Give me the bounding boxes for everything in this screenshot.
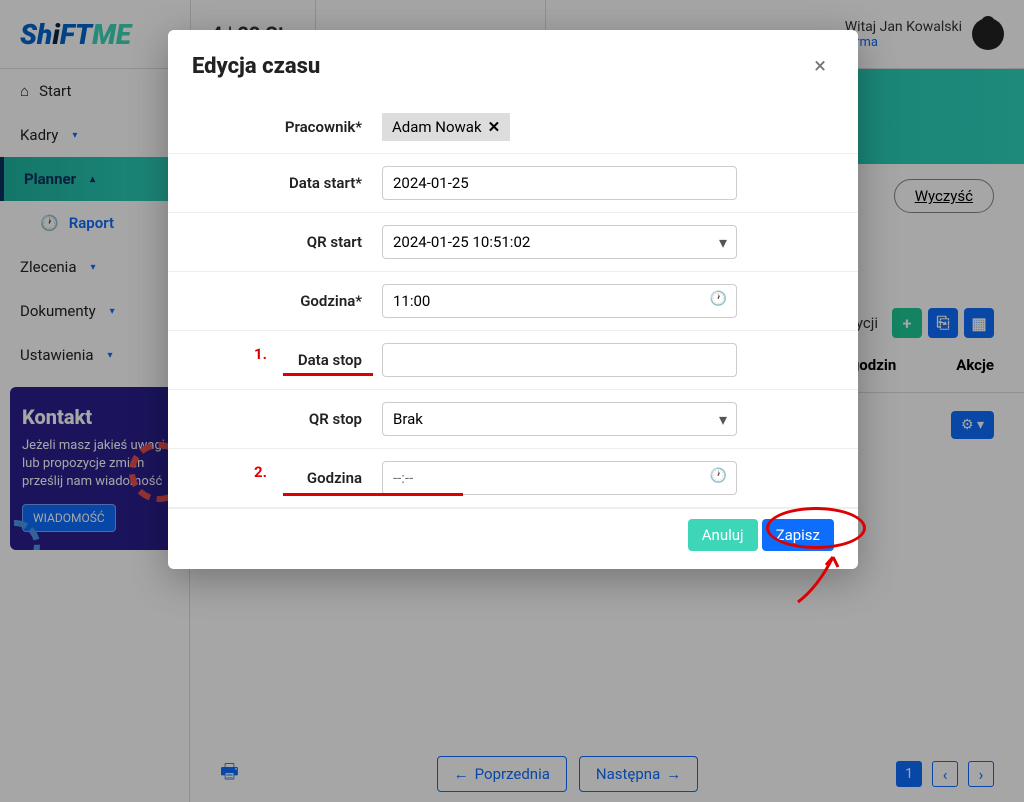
close-icon[interactable]: × — [806, 50, 834, 83]
data-start-input[interactable] — [382, 166, 737, 200]
annotation-circle — [766, 507, 866, 549]
label-godzina2: Godzina — [192, 469, 382, 487]
godzina-input[interactable] — [382, 284, 737, 318]
label-godzina: Godzina* — [192, 292, 382, 310]
godzina2-input[interactable] — [382, 461, 737, 495]
annotation-underline-1 — [283, 373, 373, 376]
annotation-2: 2. — [254, 463, 267, 481]
qr-stop-select[interactable]: Brak — [382, 402, 737, 436]
employee-chip: Adam Nowak ✕ — [382, 113, 510, 141]
annotation-underline-2 — [283, 493, 463, 496]
modal-title: Edycja czasu — [192, 54, 320, 79]
annotation-arrow — [788, 547, 848, 607]
label-data-stop: Data stop — [192, 351, 382, 369]
data-stop-input[interactable] — [382, 343, 737, 377]
employee-name: Adam Nowak — [392, 118, 482, 136]
label-data-start: Data start* — [192, 174, 382, 192]
chip-remove-icon[interactable]: ✕ — [488, 118, 501, 136]
qr-start-select[interactable]: 2024-01-25 10:51:02 — [382, 225, 737, 259]
edit-time-modal: Edycja czasu × Pracownik* Adam Nowak ✕ D… — [168, 30, 858, 569]
annotation-1: 1. — [254, 345, 267, 363]
label-pracownik: Pracownik* — [192, 118, 382, 136]
label-qr-start: QR start — [192, 233, 382, 251]
cancel-button[interactable]: Anuluj — [688, 519, 758, 551]
label-qr-stop: QR stop — [192, 410, 382, 428]
